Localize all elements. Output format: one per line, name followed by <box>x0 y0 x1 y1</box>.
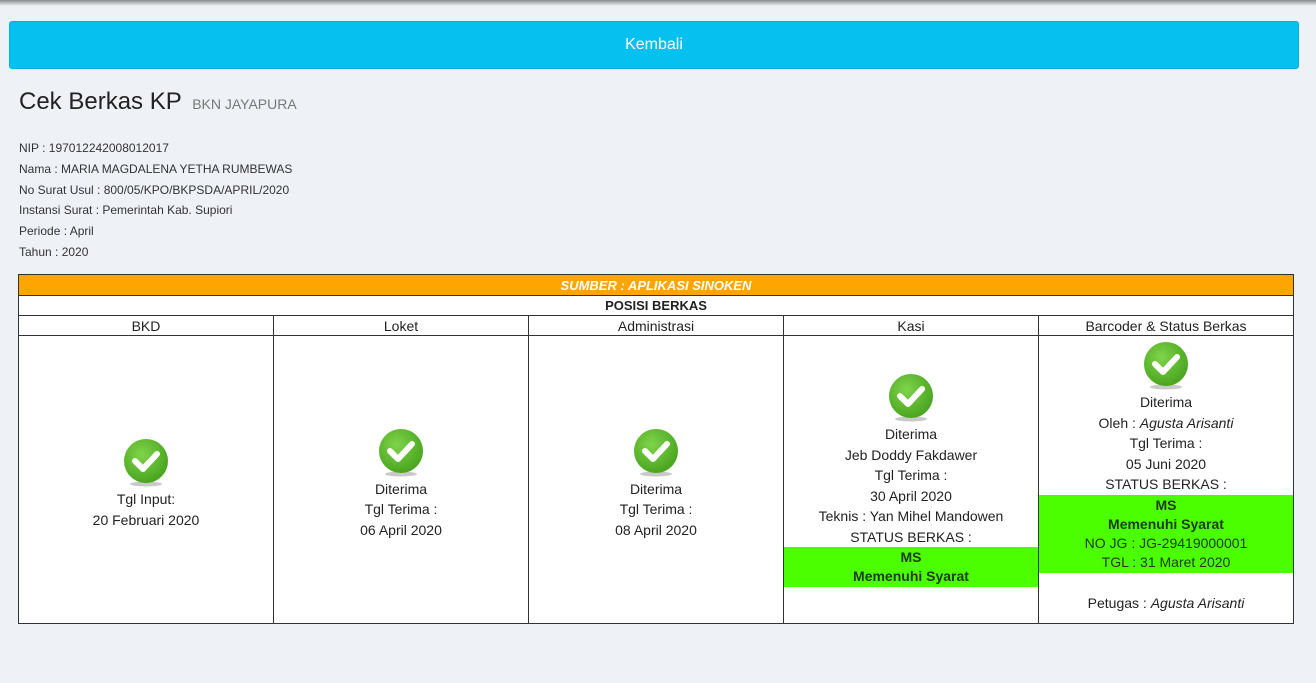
check-circle-icon <box>379 428 423 477</box>
page-title: Cek Berkas KP <box>19 88 182 115</box>
barcoder-no-jg: NO JG : JG-29419000001 <box>1084 534 1248 551</box>
barcoder-date: 05 Juni 2020 <box>1125 455 1207 472</box>
administrasi-status: Diterima <box>629 480 683 497</box>
page-header: Cek Berkas KP BKN JAYAPURA <box>19 88 297 116</box>
barcoder-status-code: MS <box>1155 496 1177 513</box>
berkas-info: NIP : 197012242008012017 Nama : MARIA MA… <box>19 138 292 263</box>
loket-date-label: Tgl Terima : <box>364 501 438 518</box>
barcoder-status-label: STATUS BERKAS : <box>1105 476 1227 492</box>
barcoder-petugas-label: Petugas : <box>1087 594 1147 611</box>
kasi-status-badge: MS Memenuhi Syarat <box>784 547 1038 587</box>
cell-administrasi: Diterima Tgl Terima : 08 April 2020 <box>528 335 784 624</box>
check-circle-icon <box>124 439 168 487</box>
cell-bkd: Tgl Input: 20 Februari 2020 <box>18 335 274 624</box>
back-button[interactable]: Kembali <box>9 21 1299 69</box>
kasi-date-label: Tgl Terima : <box>874 467 948 483</box>
administrasi-date: 08 April 2020 <box>615 521 697 538</box>
barcoder-petugas: Petugas : Agusta Arisanti <box>1039 593 1293 614</box>
barcoder-status-badge: MS Memenuhi Syarat NO JG : JG-2941900000… <box>1039 494 1293 573</box>
info-no-surat: No Surat Usul : 800/05/KPO/BKPSDA/APRIL/… <box>19 182 290 197</box>
check-circle-icon <box>1144 342 1188 390</box>
kasi-status-desc: Memenuhi Syarat <box>853 568 969 584</box>
check-circle-icon <box>889 374 933 422</box>
info-nama: Nama : MARIA MAGDALENA YETHA RUMBEWAS <box>19 161 293 176</box>
page-subtitle: BKN JAYAPURA <box>192 96 297 112</box>
barcoder-status: Diterima <box>1139 394 1193 410</box>
kasi-date: 30 April 2020 <box>870 487 952 504</box>
info-tahun: Tahun : 2020 <box>19 244 89 259</box>
loket-status: Diterima <box>374 480 428 497</box>
barcoder-oleh-name: Agusta Arisanti <box>1139 414 1234 431</box>
barcoder-tgl: TGL : 31 Maret 2020 <box>1101 553 1231 570</box>
barcoder-petugas-name: Agusta Arisanti <box>1150 594 1245 611</box>
cell-loket: Diterima Tgl Terima : 06 April 2020 <box>273 335 529 624</box>
kasi-name: Jeb Doddy Fakdawer <box>844 446 978 463</box>
top-shadow <box>0 0 1316 6</box>
kasi-status-label: STATUS BERKAS : <box>850 528 972 545</box>
info-nip: NIP : 197012242008012017 <box>19 141 169 155</box>
barcoder-status-desc: Memenuhi Syarat <box>1108 515 1224 532</box>
sumber-header: SUMBER : APLIKASI SINOKEN <box>18 274 1294 296</box>
column-header-administrasi: Administrasi <box>528 315 784 336</box>
check-circle-icon <box>634 428 678 477</box>
info-instansi: Instansi Surat : Pemerintah Kab. Supiori <box>19 203 233 218</box>
barcoder-date-label: Tgl Terima : <box>1129 435 1203 451</box>
column-header-bkd: BKD <box>18 315 274 336</box>
administrasi-date-label: Tgl Terima : <box>619 501 693 518</box>
cell-kasi: Diterima Jeb Doddy Fakdawer Tgl Terima :… <box>783 335 1039 624</box>
barcoder-oleh-label: Oleh : <box>1098 414 1136 431</box>
bkd-input-label: Tgl Input: <box>116 491 176 507</box>
barcoder-oleh: Oleh : Agusta Arisanti <box>1039 413 1293 434</box>
column-header-loket: Loket <box>273 315 529 336</box>
bkd-input-date: 20 Februari 2020 <box>92 511 200 528</box>
posisi-header: POSISI BERKAS <box>18 295 1294 316</box>
kasi-status-code: MS <box>900 549 922 565</box>
kasi-teknis: Teknis : Yan Mihel Mandowen <box>818 508 1004 524</box>
info-periode: Periode : April <box>19 224 94 239</box>
column-header-barcoder: Barcoder & Status Berkas <box>1038 315 1294 336</box>
kasi-status: Diterima <box>884 426 938 442</box>
posisi-berkas-table: SUMBER : APLIKASI SINOKEN POSISI BERKAS … <box>18 274 1294 624</box>
column-header-kasi: Kasi <box>783 315 1039 336</box>
cell-barcoder: Diterima Oleh : Agusta Arisanti Tgl Teri… <box>1038 335 1294 624</box>
loket-date: 06 April 2020 <box>360 521 442 538</box>
